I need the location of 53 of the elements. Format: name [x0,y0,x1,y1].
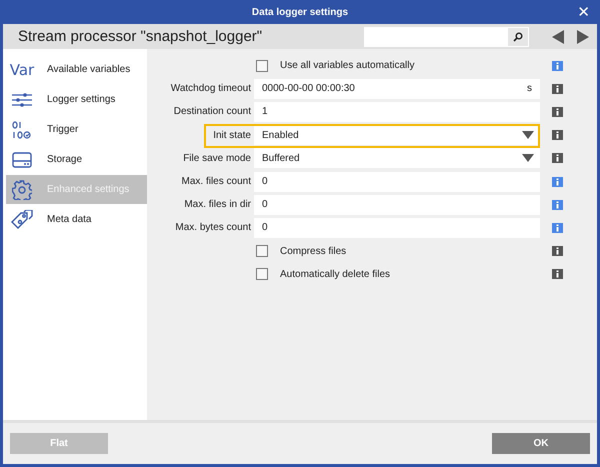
checkbox[interactable] [256,245,268,258]
field-label: Watchdog timeout [170,83,251,94]
info-icon[interactable] [552,176,563,187]
gear-icon [12,180,32,200]
window-title: Data logger settings [252,6,348,18]
field-label: Max. files count [180,176,251,188]
input-field[interactable]: 0000-00-00 00:00:30 s [254,78,540,99]
sliders-icon [12,92,32,106]
input-field[interactable]: 0 [254,218,540,238]
info-icon[interactable] [552,153,563,164]
binary-icon [12,120,32,138]
dropdown[interactable]: Enabled [254,125,540,146]
info-icon[interactable] [552,222,563,233]
storage-icon [12,152,32,168]
field-label: Init state [212,130,251,141]
info-icon[interactable] [552,60,563,71]
field-label: Destination count [172,106,251,118]
input-field[interactable]: 0 [254,194,540,215]
field-label: Max. bytes count [174,222,251,234]
input-field[interactable]: 0 [254,172,540,192]
info-icon[interactable] [552,269,563,280]
sidebar-item[interactable]: Trigger [6,115,147,144]
info-icon[interactable] [552,130,563,140]
dropdown-arrow-icon[interactable] [522,131,534,140]
info-icon[interactable] [552,200,563,210]
variables-icon: Var [10,60,34,78]
unit-label: s [527,83,532,94]
checkbox-label: Compress files [280,246,346,257]
search-icon [513,32,523,42]
field-label: File save mode [182,152,251,164]
footer-button[interactable]: OK [492,433,590,454]
info-icon[interactable] [552,246,563,256]
tags-icon [11,210,33,230]
dropdown-arrow-icon[interactable] [522,154,534,162]
sidebar-item[interactable]: Logger settings [6,85,147,114]
input-field[interactable]: 1 [254,102,540,122]
next-icon[interactable] [577,30,589,44]
search-field[interactable] [364,26,529,46]
field-label: Max. files in dir [183,199,251,210]
info-icon[interactable] [552,84,563,94]
close-button[interactable]: ✕ [577,3,590,21]
checkbox-label: Automatically delete files [280,268,390,280]
sidebar-item[interactable]: Meta data [6,205,147,234]
sidebar-item[interactable]: Var Available variables [6,55,147,84]
checkbox[interactable] [256,60,268,72]
previous-icon[interactable] [552,30,564,44]
sidebar-item[interactable]: Storage [6,145,147,174]
search-button[interactable] [507,26,529,46]
info-icon[interactable] [552,106,563,117]
dropdown[interactable]: Buffered [254,148,540,168]
checkbox-label: Use all variables automatically [280,60,415,72]
checkbox[interactable] [256,268,268,280]
processor-title: Stream processor "snapshot_logger" [18,28,264,45]
